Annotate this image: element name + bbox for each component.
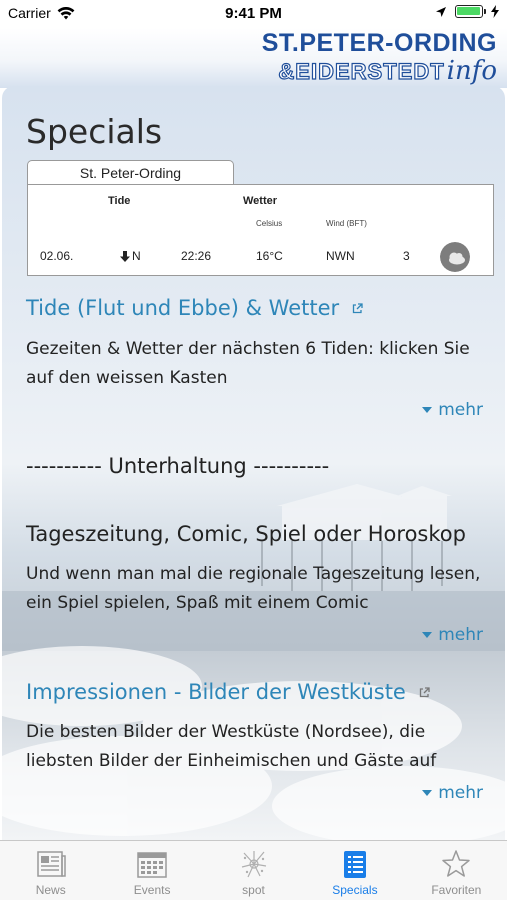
newspaper-more-button[interactable]: mehr (422, 625, 483, 645)
splash-icon (238, 849, 270, 879)
logo-line2: &EIDERSTEDT (278, 59, 445, 84)
newspaper-icon (35, 849, 67, 879)
logo-line1: ST.PETER-ORDING (261, 29, 497, 57)
charging-icon (491, 5, 499, 18)
temperature: 16°C (256, 249, 283, 263)
entertainment-heading: ---------- Unterhaltung ---------- (26, 454, 330, 478)
tide-date: 02.06. (40, 249, 74, 263)
tab-events[interactable]: Events (101, 841, 202, 900)
caret-down-icon (422, 790, 433, 796)
cloud-night-icon (440, 242, 470, 272)
newspaper-description: Und wenn man mal die regionale Tageszeit… (26, 564, 481, 613)
impressions-link-label: Impressionen - Bilder der Westküste (26, 680, 406, 704)
status-time: 9:41 PM (225, 5, 282, 22)
tide-direction-value: N (132, 249, 141, 263)
external-link-icon (352, 303, 363, 314)
tide-weather-link-label: Tide (Flut und Ebbe) & Wetter (26, 296, 340, 320)
celsius-label: Celsius (256, 219, 283, 228)
list-icon (339, 849, 371, 879)
page-title: Specials (26, 112, 163, 151)
tab-news-label: News (35, 883, 66, 897)
caret-down-icon (422, 632, 433, 638)
tab-specials-label: Specials (332, 883, 378, 897)
wind-strength: 3 (403, 249, 410, 263)
tab-specials[interactable]: Specials (304, 841, 405, 900)
impressions-more-button[interactable]: mehr (422, 783, 483, 803)
tide-weather-description: Gezeiten & Wetter der nächsten 6 Tiden: … (26, 339, 470, 388)
tab-events-label: Events (133, 883, 171, 897)
newspaper-title[interactable]: Tageszeitung, Comic, Spiel oder Horoskop (26, 522, 466, 546)
arrow-down-icon (120, 250, 130, 262)
weather-heading: Wetter (243, 195, 278, 207)
tide-weather-link[interactable]: Tide (Flut und Ebbe) & Wetter (26, 296, 363, 320)
wind-direction: NWN (326, 249, 355, 263)
tide-direction: N (120, 249, 141, 263)
tab-spot-label: spot (242, 883, 265, 897)
location-arrow-icon (436, 6, 446, 17)
tide-more-button[interactable]: mehr (422, 400, 483, 420)
tab-spot[interactable]: spot (203, 841, 304, 900)
tide-heading: Tide (108, 195, 131, 207)
newspaper-more-label: mehr (438, 625, 483, 645)
tab-bar: News Events spot Specials Favoriten (0, 840, 507, 900)
impressions-link[interactable]: Impressionen - Bilder der Westküste (26, 680, 430, 704)
tide-time: 22:26 (181, 249, 212, 263)
tab-news[interactable]: News (0, 841, 101, 900)
battery-icon (455, 5, 486, 18)
app-header: ST.PETER-ORDING &EIDERSTEDTinfo (0, 28, 507, 88)
status-bar: Carrier 9:41 PM (0, 0, 507, 28)
battery-level (457, 7, 480, 15)
specials-content[interactable]: Specials St. Peter-Ording Tide Wetter Ce… (2, 86, 505, 840)
tab-favorites[interactable]: Favoriten (406, 841, 507, 900)
tab-favorites-label: Favoriten (431, 883, 482, 897)
tide-more-label: mehr (438, 400, 483, 420)
impressions-more-label: mehr (438, 783, 483, 803)
star-icon (440, 849, 472, 879)
status-right (435, 5, 499, 18)
caret-down-icon (422, 407, 433, 413)
calendar-icon (136, 849, 168, 879)
impressions-description: Die besten Bilder der Westküste (Nordsee… (26, 722, 437, 771)
tide-weather-box[interactable]: Tide Wetter Celsius Wind (BFT) 02.06. N … (27, 184, 494, 276)
wind-label: Wind (BFT) (326, 219, 367, 228)
logo: ST.PETER-ORDING &EIDERSTEDTinfo (262, 30, 497, 86)
logo-info: info (446, 56, 497, 86)
tide-location-tab[interactable]: St. Peter-Ording (27, 160, 234, 185)
external-link-icon (419, 687, 430, 698)
